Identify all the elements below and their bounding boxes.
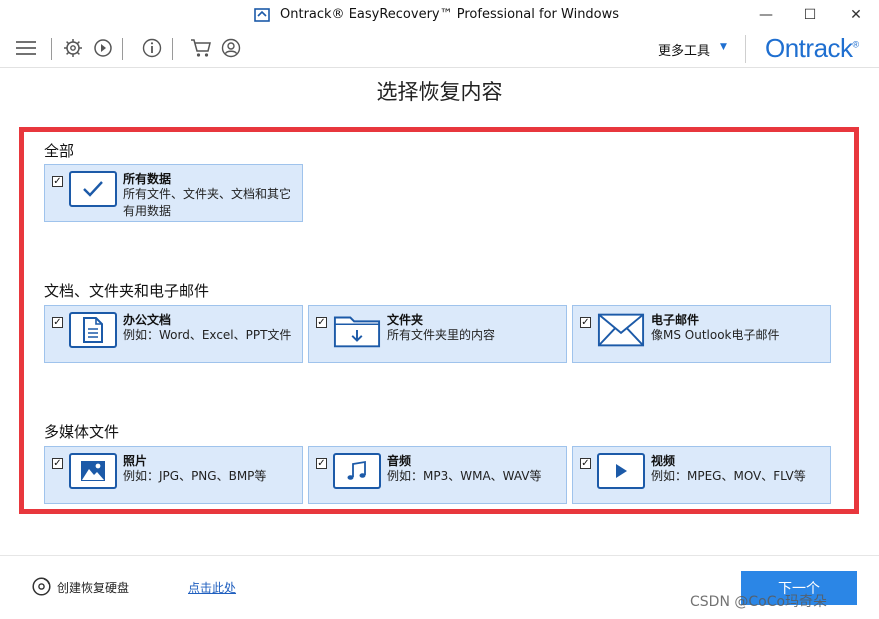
close-button[interactable]: ✕ — [833, 0, 879, 30]
card-title: 办公文档 — [123, 313, 172, 327]
toolbar-divider — [51, 38, 52, 60]
checkmark-icon — [69, 171, 117, 207]
card-video[interactable]: ✓ 视频 例如：MPEG、MOV、FLV等 — [572, 446, 831, 504]
card-title: 音频 — [387, 454, 412, 468]
card-title: 所有数据 — [123, 172, 172, 186]
folder-icon — [333, 312, 381, 348]
brand-divider — [745, 35, 746, 63]
title-bar: Ontrack® EasyRecovery™ Professional for … — [0, 0, 879, 30]
section-title-all: 全部 — [44, 142, 75, 160]
cart-icon[interactable] — [190, 37, 212, 59]
card-description: 所有文件夹里的内容 — [387, 328, 496, 342]
page-title: 选择恢复内容 — [376, 80, 503, 104]
info-icon[interactable] — [141, 37, 163, 59]
card-title: 照片 — [123, 454, 148, 468]
card-description: 例如：MP3、WMA、WAV等 — [387, 469, 542, 483]
card-description: 所有文件、文件夹、文档和其它有用数据 — [123, 187, 292, 218]
checkbox-audio[interactable]: ✓ — [316, 458, 327, 469]
card-office-documents[interactable]: ✓ 办公文档 例如：Word、Excel、PPT文件 — [44, 305, 303, 363]
music-icon — [333, 453, 381, 489]
checkbox-folders[interactable]: ✓ — [316, 317, 327, 328]
card-email[interactable]: ✓ 电子邮件 像MS Outlook电子邮件 — [572, 305, 831, 363]
menu-icon[interactable] — [15, 37, 37, 59]
checkbox-email[interactable]: ✓ — [580, 317, 591, 328]
checkbox-photos[interactable]: ✓ — [52, 458, 63, 469]
footer-divider — [0, 555, 879, 556]
recovery-disk-icon[interactable] — [32, 577, 51, 596]
card-title: 电子邮件 — [651, 313, 700, 327]
toolbar-divider — [172, 38, 173, 60]
card-description: 例如：JPG、PNG、BMP等 — [123, 469, 267, 483]
document-icon — [69, 312, 117, 348]
toolbar: 更多工具 ▼ Ontrack® — [0, 30, 879, 68]
create-recovery-disk-label: 创建恢复硬盘 — [57, 581, 130, 595]
toolbar-divider — [122, 38, 123, 60]
image-icon — [69, 453, 117, 489]
checkbox-office-documents[interactable]: ✓ — [52, 317, 63, 328]
more-tools-menu[interactable]: 更多工具 — [658, 40, 710, 59]
checkbox-all-data[interactable]: ✓ — [52, 176, 63, 187]
checkbox-video[interactable]: ✓ — [580, 458, 591, 469]
brand-registered-mark: ® — [852, 39, 860, 50]
maximize-button[interactable]: ☐ — [787, 0, 833, 30]
minimize-button[interactable]: — — [743, 0, 789, 30]
account-icon[interactable] — [220, 37, 242, 59]
card-description: 像MS Outlook电子邮件 — [651, 328, 780, 342]
envelope-icon — [597, 312, 645, 348]
ontrack-logo: Ontrack® — [765, 33, 859, 64]
card-all-data[interactable]: ✓ 所有数据 所有文件、文件夹、文档和其它有用数据 — [44, 164, 303, 222]
card-folders[interactable]: ✓ 文件夹 所有文件夹里的内容 — [308, 305, 567, 363]
window-title: Ontrack® EasyRecovery™ Professional for … — [280, 7, 620, 22]
gear-icon[interactable] — [62, 37, 84, 59]
card-audio[interactable]: ✓ 音频 例如：MP3、WMA、WAV等 — [308, 446, 567, 504]
app-icon — [254, 7, 270, 23]
watermark: CSDN @CoCo玛奇朵 — [690, 594, 828, 610]
card-title: 视频 — [651, 454, 676, 468]
card-description: 例如：Word、Excel、PPT文件 — [123, 328, 292, 342]
section-title-documents: 文档、文件夹和电子邮件 — [44, 282, 210, 300]
card-photos[interactable]: ✓ 照片 例如：JPG、PNG、BMP等 — [44, 446, 303, 504]
brand-name: Ontrack — [765, 33, 853, 63]
play-icon — [597, 453, 645, 489]
card-description: 例如：MPEG、MOV、FLV等 — [651, 469, 806, 483]
card-title: 文件夹 — [387, 313, 424, 327]
chevron-down-icon[interactable]: ▼ — [720, 42, 727, 52]
section-title-media: 多媒体文件 — [44, 423, 120, 441]
history-icon[interactable] — [92, 37, 114, 59]
click-here-link[interactable]: 点击此处 — [188, 579, 236, 596]
